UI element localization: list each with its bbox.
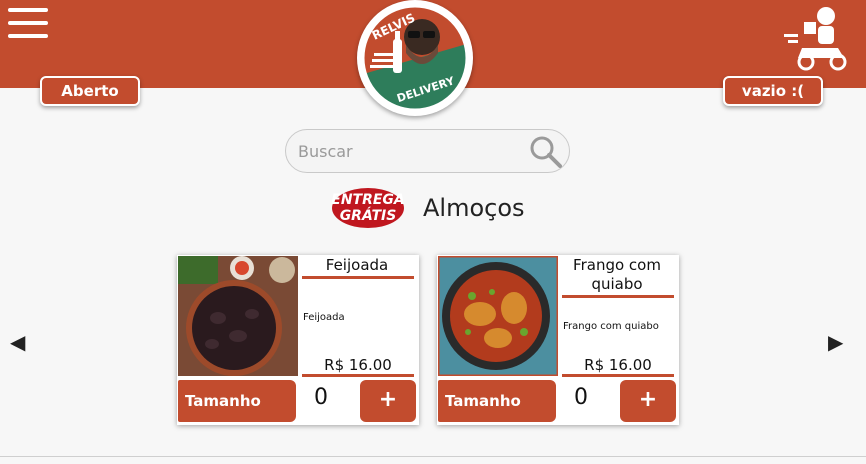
size-button[interactable]: Tamanho bbox=[178, 380, 296, 422]
search-bar bbox=[285, 129, 570, 173]
name-divider bbox=[302, 276, 414, 279]
quantity-value: 0 bbox=[314, 385, 328, 410]
name-divider bbox=[562, 295, 674, 298]
cart-button[interactable]: vazio :( bbox=[723, 76, 823, 106]
delivery-scooter-icon bbox=[780, 4, 852, 72]
product-price: R$ 16.00 bbox=[584, 356, 652, 374]
search-input[interactable] bbox=[298, 138, 518, 164]
category-title: Almoços bbox=[423, 194, 525, 222]
add-quantity-button[interactable]: + bbox=[620, 380, 676, 422]
product-card: Feijoada Feijoada R$ 16.00 Tamanho 0 + bbox=[177, 255, 419, 425]
carousel-next-button[interactable]: ▶ bbox=[828, 330, 843, 354]
frango-com-quiabo-image bbox=[438, 256, 558, 376]
brand-logo[interactable]: RELVIS DELIVERY bbox=[357, 0, 473, 116]
price-divider bbox=[302, 374, 414, 377]
size-button[interactable]: Tamanho bbox=[438, 380, 556, 422]
carousel-prev-button[interactable]: ◀ bbox=[10, 330, 25, 354]
hamburger-menu-icon[interactable] bbox=[8, 8, 48, 40]
product-description: Feijoada bbox=[303, 312, 345, 323]
search-icon[interactable] bbox=[528, 134, 564, 174]
quantity-value: 0 bbox=[574, 385, 588, 410]
price-divider bbox=[562, 374, 674, 377]
product-name: Feijoada bbox=[325, 256, 389, 274]
bottom-divider bbox=[0, 456, 866, 457]
feijoada-image bbox=[178, 256, 298, 376]
product-price: R$ 16.00 bbox=[324, 356, 392, 374]
add-quantity-button[interactable]: + bbox=[360, 380, 416, 422]
store-status-button[interactable]: Aberto bbox=[40, 76, 140, 106]
badge-line-2: GRÁTIS bbox=[340, 207, 397, 224]
product-description: Frango com quiabo bbox=[563, 321, 659, 332]
product-name: Frango com quiabo bbox=[573, 256, 661, 293]
badge-line-1: ENTREGA bbox=[331, 192, 405, 208]
product-card: Frango com quiabo Frango com quiabo R$ 1… bbox=[437, 255, 679, 425]
free-delivery-badge: ENTREGA GRÁTIS bbox=[328, 186, 406, 230]
